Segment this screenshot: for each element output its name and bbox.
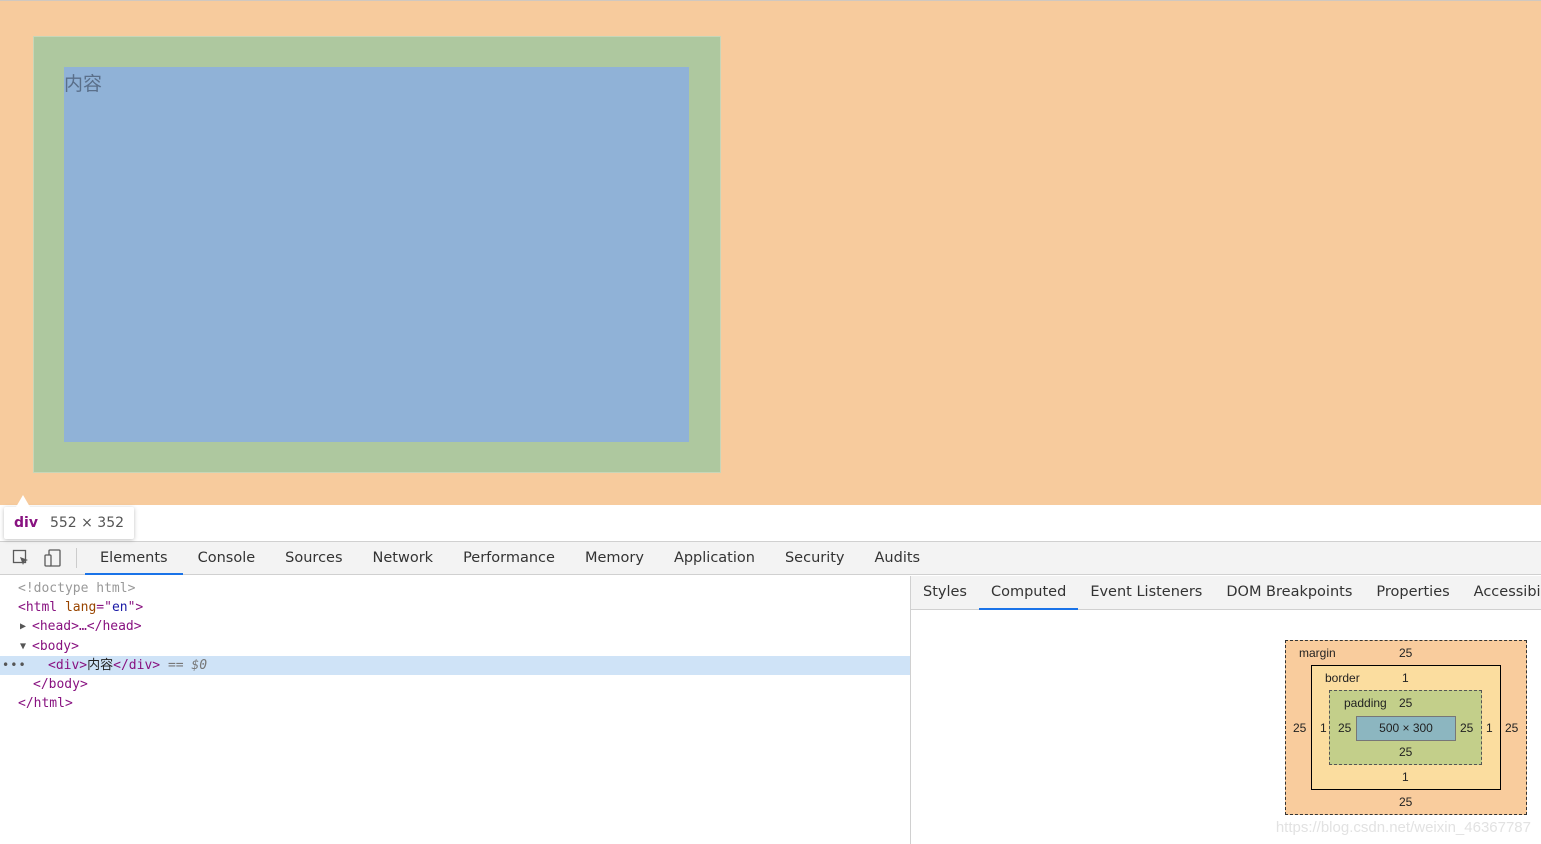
tab-network[interactable]: Network (358, 542, 449, 574)
tooltip-arrow (16, 495, 30, 507)
tooltip-tag-name: div (14, 515, 38, 531)
elements-dom-tree: <!doctype html> <html lang="en"> ▶ <head>… (0, 576, 910, 844)
tab-performance[interactable]: Performance (448, 542, 570, 574)
div-content-text: 内容 (64, 73, 103, 95)
inspect-element-icon[interactable] (6, 543, 36, 573)
head-node: <head>…</head> (32, 619, 142, 634)
tree-line-html[interactable]: <html lang="en"> (0, 598, 910, 617)
margin-bottom-value[interactable]: 25 (1399, 795, 1412, 809)
html-close-node: </html> (18, 696, 73, 711)
padding-bottom-value[interactable]: 25 (1399, 745, 1412, 759)
border-right-value[interactable]: 1 (1486, 721, 1493, 735)
tab-audits[interactable]: Audits (860, 542, 936, 574)
html-attr-value: en (111, 600, 128, 615)
tab-memory[interactable]: Memory (570, 542, 659, 574)
padding-label: padding (1344, 696, 1387, 710)
tree-line-body[interactable]: ▼ <body> (0, 637, 910, 656)
tooltip-dimensions: 552 × 352 (49, 515, 125, 531)
tree-line-div-selected[interactable]: ••• <div>内容</div> == $0 (0, 656, 910, 675)
padding-left-value[interactable]: 25 (1338, 721, 1351, 735)
padding-right-value[interactable]: 25 (1460, 721, 1473, 735)
tab-security[interactable]: Security (770, 542, 860, 574)
margin-top-value[interactable]: 25 (1399, 646, 1412, 660)
tree-line-html-close[interactable]: </html> (0, 694, 910, 713)
box-model-content[interactable]: 500 × 300 (1356, 716, 1456, 741)
tab-computed[interactable]: Computed (978, 576, 1079, 610)
tab-accessibility[interactable]: Accessibility (1462, 576, 1541, 609)
tab-styles[interactable]: Styles (911, 576, 979, 609)
doctype-node: <!doctype html> (18, 581, 136, 596)
border-bottom-value[interactable]: 1 (1402, 770, 1409, 784)
tab-sources[interactable]: Sources (270, 542, 357, 574)
highlight-content-area (64, 67, 689, 442)
margin-right-value[interactable]: 25 (1505, 721, 1518, 735)
expand-arrow-icon[interactable]: ▶ (20, 617, 34, 636)
div-open-tag: <div> (48, 658, 88, 673)
border-label: border (1325, 671, 1360, 685)
border-left-value[interactable]: 1 (1320, 721, 1327, 735)
devtools-toolbar: Elements Console Sources Network Perform… (0, 541, 1541, 575)
tab-console[interactable]: Console (183, 542, 271, 574)
div-text-node: 内容 (87, 658, 114, 673)
div-close-tag: </div> (113, 658, 161, 673)
margin-label: margin (1299, 646, 1336, 660)
body-open-node: <body> (32, 639, 79, 654)
html-attr-close: "> (127, 600, 144, 615)
tree-line-body-close[interactable]: </body> (0, 675, 910, 694)
watermark: https://blog.csdn.net/weixin_46367787 (1275, 819, 1531, 836)
margin-left-value[interactable]: 25 (1293, 721, 1306, 735)
inspect-tooltip: div 552 × 352 (4, 507, 135, 539)
page-viewport: 内容 (0, 0, 1541, 505)
body-close-node: </body> (33, 677, 88, 692)
selected-node-marker: == $0 (160, 658, 208, 673)
border-top-value[interactable]: 1 (1402, 671, 1409, 685)
padding-top-value[interactable]: 25 (1399, 696, 1412, 710)
device-toolbar-icon[interactable] (38, 543, 68, 573)
more-actions-icon[interactable]: ••• (2, 656, 27, 675)
tab-dom-breakpoints[interactable]: DOM Breakpoints (1214, 576, 1364, 609)
elements-sidebar: Styles Computed Event Listeners DOM Brea… (910, 576, 1541, 844)
collapse-arrow-icon[interactable]: ▼ (20, 637, 34, 656)
html-open-tag: <html (18, 600, 58, 615)
tab-application[interactable]: Application (659, 542, 770, 574)
sidebar-tabs: Styles Computed Event Listeners DOM Brea… (911, 576, 1541, 610)
tree-line-doctype[interactable]: <!doctype html> (0, 579, 910, 598)
tab-properties[interactable]: Properties (1364, 576, 1461, 609)
tab-elements[interactable]: Elements (85, 542, 183, 575)
tab-event-listeners[interactable]: Event Listeners (1078, 576, 1214, 609)
toolbar-separator (76, 548, 77, 568)
html-attr-name: lang (57, 600, 97, 615)
html-attr-eq: =" (96, 600, 112, 615)
tree-line-head[interactable]: ▶ <head>…</head> (0, 617, 910, 636)
